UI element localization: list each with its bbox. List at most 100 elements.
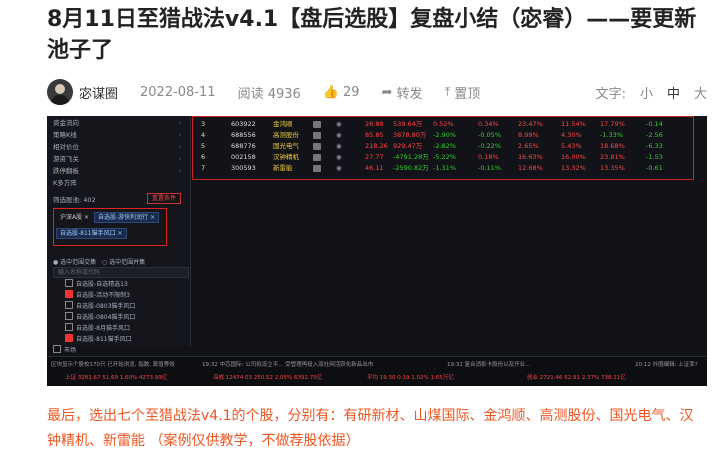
table-cell: -0.14 xyxy=(646,120,663,128)
index-sz[interactable]: 深成 12474.03 250.52 2.05% 6392.75亿 xyxy=(213,373,322,381)
eye-icon[interactable]: ◉ xyxy=(336,141,342,152)
eye-icon[interactable]: ◉ xyxy=(336,152,342,163)
checkbox-item[interactable]: 自选股-8月猫手风口 xyxy=(65,323,175,333)
author-name[interactable]: 宓谋圈 xyxy=(79,83,118,102)
margin-badge-icon xyxy=(313,121,321,128)
menu-item[interactable]: 跌停翻板 › xyxy=(53,166,183,177)
checkbox[interactable] xyxy=(65,312,73,320)
checkbox[interactable] xyxy=(53,345,61,353)
table-row[interactable]: 7 300593 新雷能 46.11 -2590.82万 -1.31% -0.11% 12.6… xyxy=(193,163,707,174)
table-cell: 7 xyxy=(201,164,206,172)
table-cell: 汉钟精机 xyxy=(273,153,299,161)
table-cell: 23.81% xyxy=(600,153,625,161)
tag-chip[interactable]: 自选股-811猫手风口 × xyxy=(56,228,127,239)
checkbox-label: 自选股-811猫手风口 xyxy=(76,336,132,343)
reset-filter-button[interactable]: 重置条件 xyxy=(147,193,182,204)
table-cell: 26.88 xyxy=(365,120,384,128)
menu-item[interactable]: 游资飞关 › xyxy=(53,154,183,165)
table-cell: 4 xyxy=(201,131,206,139)
article-meta: 宓谋圈 2022-08-11 阅读 4936 👍 29 ➦ 转发 ⤒ 置顶 文字: 小… xyxy=(47,78,707,106)
table-cell: -2590.82万 xyxy=(393,164,429,172)
checkbox-item[interactable]: 自选股-活动不限制3 xyxy=(65,290,175,300)
font-size-large[interactable]: 大 xyxy=(694,83,707,102)
table-cell: 46.11 xyxy=(365,164,384,172)
table-cell: 6 xyxy=(201,153,206,161)
radio-intersection[interactable]: ● 选中范围交集 xyxy=(53,259,96,266)
news-ticker[interactable]: 19:32 复合消影卡股份以及开业... xyxy=(447,360,530,368)
top-button[interactable]: ⤒ 置顶 xyxy=(444,83,480,102)
chevron-right-icon: › xyxy=(178,155,181,163)
table-cell: -0.05% xyxy=(478,131,501,139)
eye-icon[interactable]: ◉ xyxy=(336,163,342,174)
table-cell: 2.65% xyxy=(518,142,539,150)
menu-item[interactable]: 策略K线 › xyxy=(53,130,183,141)
table-cell: 0.52% xyxy=(433,120,454,128)
menu-label: 跌停翻板 xyxy=(53,167,79,175)
forward-label: 转发 xyxy=(396,86,423,102)
checkbox-item[interactable]: 自选股-811猫手风口 xyxy=(65,334,175,344)
publish-date: 2022-08-11 xyxy=(140,84,216,100)
chevron-right-icon: › xyxy=(178,131,181,139)
table-cell: 高测股份 xyxy=(273,131,299,139)
checkbox[interactable] xyxy=(65,290,73,298)
checkbox-item[interactable]: 市场 xyxy=(53,345,163,355)
table-cell: 13.35% xyxy=(600,164,625,172)
table-cell: 11.54% xyxy=(561,120,586,128)
radio-union[interactable]: ○ 选中范围并集 xyxy=(102,259,145,266)
checkbox-label: 自选股-0804猫手风口 xyxy=(76,314,136,321)
table-cell: 13.32% xyxy=(561,164,586,172)
checkbox-item[interactable]: 自选股-0803猫手风口 xyxy=(65,301,175,311)
table-row[interactable]: 3 603922 金鸿顺 26.88 539.64万 0.52% 0.34% 23.47% 11… xyxy=(193,119,707,130)
tag-chip[interactable]: 自选股-游侠利润行 × xyxy=(94,212,160,223)
table-cell: 新雷能 xyxy=(273,164,293,172)
table-cell: 688556 xyxy=(231,131,256,139)
menu-label: 资金流向 xyxy=(53,119,79,127)
eye-icon[interactable]: ◉ xyxy=(336,130,342,141)
checkbox-label: 自选股-0803猫手风口 xyxy=(76,303,136,310)
table-cell: 002158 xyxy=(231,153,256,161)
tag-chip[interactable]: 沪深A股 × xyxy=(56,212,93,223)
checkbox-item[interactable]: 自选股-自选精选13 xyxy=(65,279,175,289)
menu-item[interactable]: 资金流向 › xyxy=(53,118,183,129)
like-count: 29 xyxy=(342,84,360,100)
index-avg[interactable]: 平均 19.30 0.19 1.02% 1.05万亿 xyxy=(367,373,454,381)
thumbs-up-icon: 👍 xyxy=(322,84,339,100)
news-ticker[interactable]: 19:32 中芯国际: 公司拟设立平... 受管理再投入双社网活跃化新品出市 xyxy=(202,360,373,368)
news-ticker[interactable]: 20:12 外围编辑: 上证率? xyxy=(635,360,698,368)
table-row[interactable]: 6 002158 汉钟精机 27.77 -4791.28万 -5.22% 0.18% 16.6… xyxy=(193,152,707,163)
checkbox[interactable] xyxy=(65,279,73,287)
font-size-medium[interactable]: 中 xyxy=(667,83,680,102)
table-cell: -4791.28万 xyxy=(393,153,429,161)
checkbox-label: 自选股-8月猫手风口 xyxy=(76,325,130,332)
like-button[interactable]: 👍 29 xyxy=(323,85,360,100)
checkbox-label: 自选股-自选精选13 xyxy=(76,281,128,288)
index-sh[interactable]: 上证 3281.67 51.69 1.60% 4273.99亿 xyxy=(65,373,167,381)
status-text: 区块显示个股校170只 已开始浏览, 指数, 算值等效 xyxy=(51,362,175,368)
table-cell: 300593 xyxy=(231,164,256,172)
eye-icon[interactable]: ◉ xyxy=(336,119,342,130)
checkbox[interactable] xyxy=(65,323,73,331)
table-row[interactable]: 4 688556 高测股份 85.85 3878.80万 -2.90% -0.05% 8.99… xyxy=(193,130,707,141)
index-cy[interactable]: 创业 2721.46 62.91 2.37% 738.11亿 xyxy=(527,373,626,381)
table-row[interactable]: 5 688776 国光电气 218.26 929.47万 -2.82% -0.22% 2.65… xyxy=(193,141,707,152)
table-cell: 27.77 xyxy=(365,153,384,161)
table-cell: 8.99% xyxy=(518,131,539,139)
table-cell: -0.11% xyxy=(478,164,501,172)
checkbox-item[interactable]: 自选股-0804猫手风口 xyxy=(65,312,175,322)
menu-item[interactable]: K多方阵 xyxy=(53,178,183,189)
table-cell: 0.34% xyxy=(478,120,499,128)
radio-label: 选中范围交集 xyxy=(60,259,97,266)
font-size-small[interactable]: 小 xyxy=(640,83,653,102)
avatar[interactable] xyxy=(47,79,73,105)
checkbox[interactable] xyxy=(65,301,73,309)
forward-button[interactable]: ➦ 转发 xyxy=(382,83,423,102)
table-cell: 5.43% xyxy=(561,142,582,150)
table-cell: 16.63% xyxy=(518,153,543,161)
search-input[interactable]: 输入名称或代码 xyxy=(53,267,189,278)
table-cell: -1.33% xyxy=(600,131,623,139)
checkbox[interactable] xyxy=(65,334,73,342)
menu-label: K多方阵 xyxy=(53,179,77,187)
menu-item[interactable]: 相对价位 › xyxy=(53,142,183,153)
table-cell: -6.33 xyxy=(646,142,663,150)
table-cell: 85.85 xyxy=(365,131,384,139)
